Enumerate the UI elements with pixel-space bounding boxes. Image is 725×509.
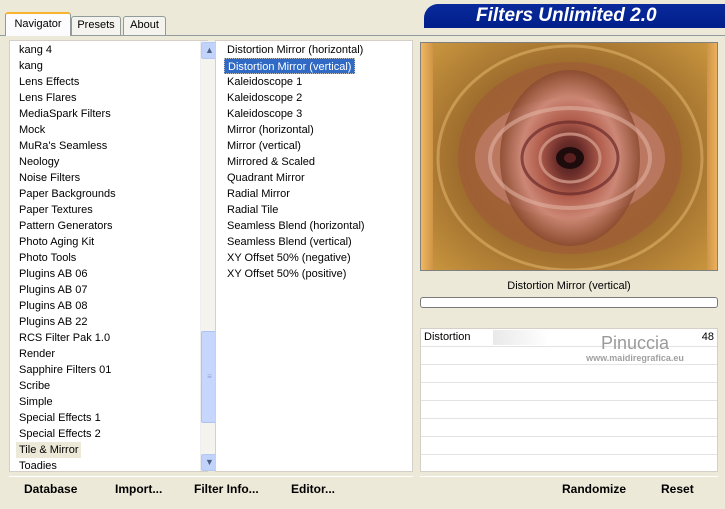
category-item[interactable]: Paper Backgrounds <box>16 186 119 202</box>
param-row-empty <box>421 437 717 455</box>
category-item[interactable]: Plugins AB 06 <box>16 266 91 282</box>
category-item[interactable]: Neology <box>16 154 62 170</box>
app-title-banner: Filters Unlimited 2.0 <box>424 4 725 28</box>
category-item[interactable]: kang <box>16 58 46 74</box>
category-item[interactable]: Tile & Mirror <box>16 442 82 458</box>
preview-artwork <box>421 43 717 270</box>
filter-item[interactable]: Kaleidoscope 3 <box>224 106 305 122</box>
filter-item[interactable]: Distortion Mirror (horizontal) <box>224 42 366 58</box>
category-item[interactable]: Noise Filters <box>16 170 83 186</box>
filter-item[interactable]: Seamless Blend (vertical) <box>224 234 355 250</box>
category-item[interactable]: Toadies <box>16 458 60 474</box>
bottom-toolbar-left: Database Import... Filter Info... Editor… <box>9 476 413 501</box>
randomize-button[interactable]: Randomize <box>562 482 626 496</box>
filter-info-button[interactable]: Filter Info... <box>194 482 259 496</box>
category-item[interactable]: Plugins AB 08 <box>16 298 91 314</box>
tab-divider <box>0 35 725 36</box>
filter-item[interactable]: Distortion Mirror (vertical) <box>224 58 356 74</box>
category-item[interactable]: Plugins AB 22 <box>16 314 91 330</box>
category-item[interactable]: Lens Effects <box>16 74 82 90</box>
progress-bar <box>420 297 718 308</box>
category-item[interactable]: Scribe <box>16 378 53 394</box>
category-item[interactable]: MediaSpark Filters <box>16 106 114 122</box>
param-row-empty <box>421 401 717 419</box>
category-item[interactable]: Photo Tools <box>16 250 79 266</box>
category-item[interactable]: MuRa's Seamless <box>16 138 110 154</box>
import-button[interactable]: Import... <box>115 482 162 496</box>
watermark-name: Pinuccia <box>600 333 670 353</box>
category-item[interactable]: Plugins AB 07 <box>16 282 91 298</box>
param-row-empty <box>421 419 717 437</box>
category-item[interactable]: Mock <box>16 122 48 138</box>
category-item[interactable]: Pattern Generators <box>16 218 116 234</box>
param-row-empty <box>421 383 717 401</box>
filter-item[interactable]: Radial Tile <box>224 202 281 218</box>
category-item[interactable]: RCS Filter Pak 1.0 <box>16 330 113 346</box>
category-item[interactable]: Photo Aging Kit <box>16 234 97 250</box>
category-item[interactable]: Special Effects 2 <box>16 426 104 442</box>
filter-item[interactable]: XY Offset 50% (positive) <box>224 266 349 282</box>
filter-item[interactable]: XY Offset 50% (negative) <box>224 250 354 266</box>
tab-navigator[interactable]: Navigator <box>5 12 71 36</box>
filter-item[interactable]: Quadrant Mirror <box>224 170 308 186</box>
category-item[interactable]: Lens Flares <box>16 90 79 106</box>
param-row-empty <box>421 455 717 473</box>
filter-item[interactable]: Seamless Blend (horizontal) <box>224 218 368 234</box>
filter-item[interactable]: Radial Mirror <box>224 186 293 202</box>
reset-button[interactable]: Reset <box>661 482 694 496</box>
preview-image <box>420 42 718 271</box>
category-item[interactable]: Render <box>16 346 58 362</box>
category-item[interactable]: Paper Textures <box>16 202 96 218</box>
filter-item[interactable]: Mirror (horizontal) <box>224 122 317 138</box>
tab-about[interactable]: About <box>123 16 166 35</box>
filter-list[interactable]: Distortion Mirror (horizontal) Distortion… <box>215 40 413 472</box>
bottom-toolbar-right: Randomize Reset <box>420 476 718 501</box>
tab-bar: Navigator Presets About Filters Unlimite… <box>0 0 725 36</box>
database-button[interactable]: Database <box>24 482 77 496</box>
preview-filter-name: Distortion Mirror (vertical) <box>507 280 631 292</box>
filter-item[interactable]: Kaleidoscope 1 <box>224 74 305 90</box>
param-row-empty <box>421 365 717 383</box>
category-list[interactable]: ▲ ≡ ▼ kang 4 kang Lens Effects Lens Flares M… <box>9 40 218 474</box>
filter-item[interactable]: Mirrored & Scaled <box>224 154 318 170</box>
category-item[interactable]: Sapphire Filters 01 <box>16 362 114 378</box>
editor-button[interactable]: Editor... <box>291 482 335 496</box>
category-item[interactable]: kang 4 <box>16 42 55 58</box>
filter-item[interactable]: Mirror (vertical) <box>224 138 304 154</box>
param-label: Distortion <box>424 331 471 343</box>
watermark-site: www.maidiregrafica.eu <box>586 353 684 363</box>
param-slider-fill[interactable] <box>493 330 549 345</box>
filter-item[interactable]: Kaleidoscope 2 <box>224 90 305 106</box>
category-item[interactable]: Simple <box>16 394 56 410</box>
category-item[interactable]: Special Effects 1 <box>16 410 104 426</box>
tab-presets[interactable]: Presets <box>71 16 121 35</box>
